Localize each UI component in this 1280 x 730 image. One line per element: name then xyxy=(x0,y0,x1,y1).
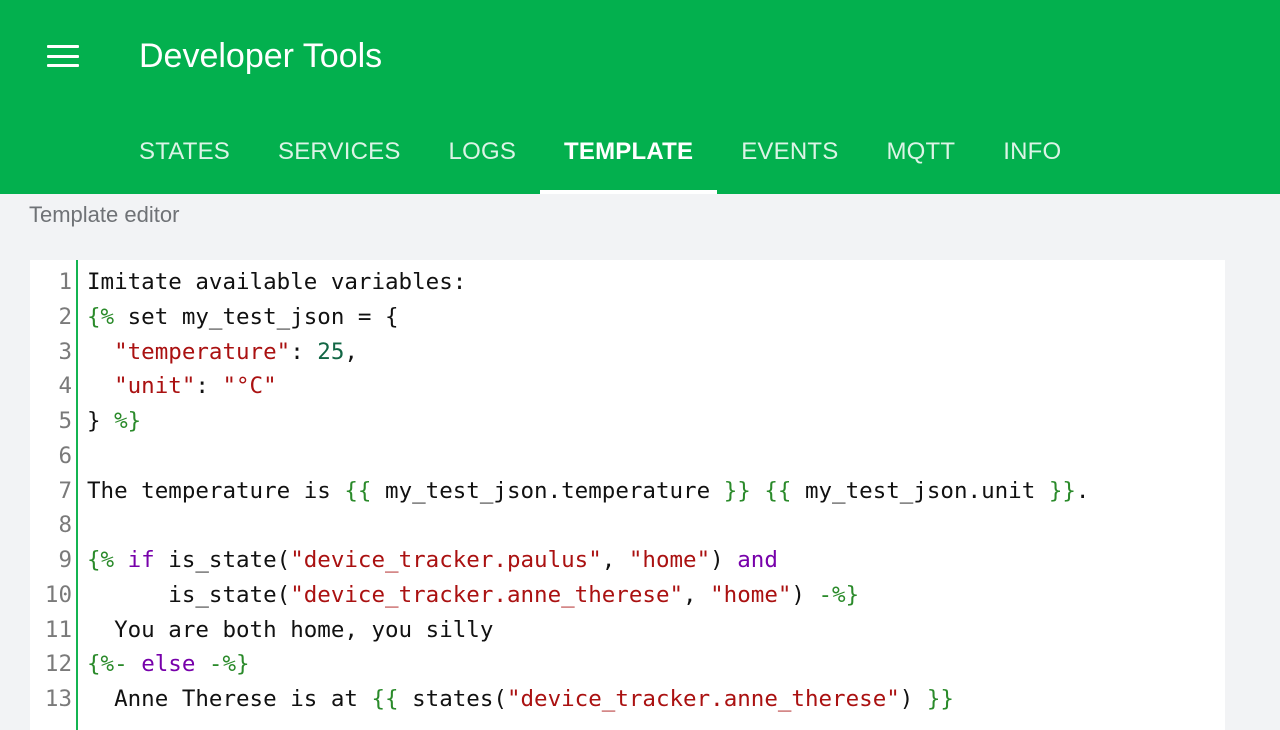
line-number-gutter: 1 2 3 4 5 6 7 8 9 10 11 12 13 xyxy=(30,260,78,730)
hamburger-menu-icon xyxy=(47,45,79,67)
code-token: %} xyxy=(114,408,142,434)
code-token: -%} xyxy=(818,581,860,608)
code-token: -%} xyxy=(208,651,250,678)
code-token: {% xyxy=(87,547,115,573)
code-token: ) xyxy=(899,686,927,712)
line-number: 4 xyxy=(58,373,72,400)
line-number: 9 xyxy=(58,547,72,573)
line-number: 13 xyxy=(44,686,72,712)
code-token: my_test_json.unit xyxy=(791,477,1049,504)
code-line: Imitate available variables: xyxy=(87,265,1089,300)
code-line: {%- else -%} xyxy=(87,647,1089,682)
code-line: "temperature": 25, xyxy=(87,335,1089,370)
line-number: 6 xyxy=(58,442,72,469)
code-token: "unit" xyxy=(114,373,196,400)
code-token: "home" xyxy=(710,581,792,608)
code-token: , xyxy=(344,338,358,365)
code-token: , xyxy=(683,581,711,608)
code-token: states( xyxy=(398,686,507,712)
code-token: "home" xyxy=(628,547,711,573)
code-line: {% if is_state("device_tracker.paulus", … xyxy=(87,543,1089,578)
code-token: }} xyxy=(1048,477,1076,504)
code-line: Anne Therese is at {{ states("device_tra… xyxy=(87,682,1089,717)
app-header: Developer Tools STATES SERVICES LOGS TEMPLA… xyxy=(0,0,1280,194)
line-number: 2 xyxy=(58,303,72,330)
code-token: "°C" xyxy=(222,373,277,400)
code-token: {%- xyxy=(87,651,128,678)
code-line: is_state("device_tracker.anne_therese", … xyxy=(87,578,1089,613)
menu-button[interactable] xyxy=(38,34,88,78)
code-token: , xyxy=(601,547,629,573)
template-editor[interactable]: 1 2 3 4 5 6 7 8 9 10 11 12 13 Imitate available vari… xyxy=(30,260,1225,730)
code-line: The temperature is {{ my_test_json.tempe… xyxy=(87,474,1089,509)
code-token: 25 xyxy=(317,338,345,365)
code-token: "device_tracker.paulus" xyxy=(290,547,602,573)
code-token: . xyxy=(1075,477,1090,504)
code-line: } %} xyxy=(87,404,1089,439)
code-token: You are both home, you silly xyxy=(87,616,494,643)
code-token: if xyxy=(127,547,155,573)
line-number: 11 xyxy=(44,616,72,643)
code-token: }} xyxy=(723,477,751,504)
code-token: {{ xyxy=(764,477,792,504)
tab-services[interactable]: SERVICES xyxy=(254,112,425,194)
code-token: ) xyxy=(791,581,819,608)
line-number: 10 xyxy=(44,581,72,608)
code-token: "device_tracker.anne_therese" xyxy=(506,686,900,712)
tab-info[interactable]: INFO xyxy=(979,112,1085,194)
code-token: my_test_json.temperature xyxy=(371,477,724,504)
code-token: "device_tracker.anne_therese" xyxy=(290,581,684,608)
line-number: 7 xyxy=(58,477,72,504)
code-token: {{ xyxy=(344,477,372,504)
code-line: You are both home, you silly xyxy=(87,613,1089,648)
line-number: 8 xyxy=(58,512,72,539)
tab-states[interactable]: STATES xyxy=(115,112,254,194)
code-token: : xyxy=(290,338,318,365)
code-token: The temperature is xyxy=(87,477,345,504)
code-token: else xyxy=(141,651,196,678)
tab-bar: STATES SERVICES LOGS TEMPLATE EVENTS MQTT INFO xyxy=(115,112,1085,194)
code-token: Anne Therese is at xyxy=(87,686,372,712)
tab-logs[interactable]: LOGS xyxy=(425,112,541,194)
code-token: {{ xyxy=(371,686,399,712)
code-token: and xyxy=(737,547,778,573)
code-token: }} xyxy=(926,686,954,712)
line-number: 5 xyxy=(58,408,72,434)
code-token: "temperature" xyxy=(114,338,291,365)
template-editor-label: Template editor xyxy=(29,202,180,227)
tab-events[interactable]: EVENTS xyxy=(717,112,862,194)
line-number: 1 xyxy=(58,269,72,295)
code-token: } xyxy=(87,408,115,434)
tab-mqtt[interactable]: MQTT xyxy=(862,112,979,194)
code-line: "unit": "°C" xyxy=(87,369,1089,404)
code-token: is_state( xyxy=(154,547,291,573)
code-token: {% xyxy=(87,303,115,330)
line-number: 3 xyxy=(58,338,72,365)
page-title: Developer Tools xyxy=(139,37,383,75)
code-token: ) xyxy=(710,547,738,573)
line-number: 12 xyxy=(44,651,72,678)
code-token: is_state( xyxy=(87,581,291,608)
code-token: set my_test_json = { xyxy=(114,303,399,330)
tab-template[interactable]: TEMPLATE xyxy=(540,112,718,194)
code-area[interactable]: Imitate available variables: {% set my_te… xyxy=(87,265,1089,717)
code-token: Imitate available variables: xyxy=(87,269,467,295)
code-line: {% set my_test_json = { xyxy=(87,300,1089,335)
code-token: : xyxy=(195,373,223,400)
